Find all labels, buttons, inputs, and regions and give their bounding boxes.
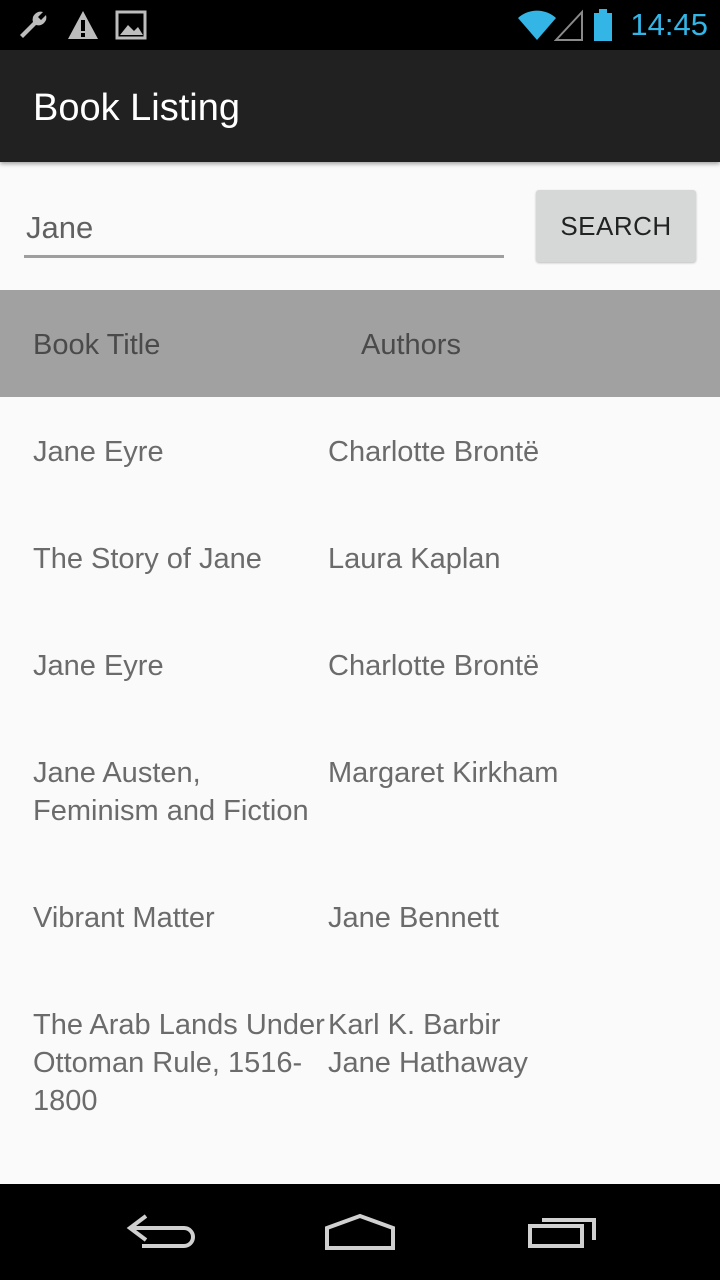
header-book-title: Book Title (33, 329, 161, 361)
author-name: Karl K. Barbir (328, 1009, 501, 1041)
battery-icon (594, 9, 612, 41)
author-name: Jane Bennett (328, 902, 499, 934)
nav-bar (0, 1184, 720, 1280)
app-bar: Book Listing (0, 50, 720, 162)
book-title: Jane Austen, Feminism and Fiction (33, 757, 309, 827)
book-title: The Arab Lands Under Ottoman Rule, 1516-… (33, 1009, 325, 1117)
author-name: Jane Hathaway (328, 1047, 528, 1079)
search-input[interactable] (24, 200, 504, 258)
book-row[interactable]: Vibrant Matter Jane Bennett (0, 863, 720, 970)
back-icon[interactable] (116, 1202, 206, 1262)
signal-icon (554, 9, 583, 41)
home-icon[interactable] (315, 1202, 405, 1262)
book-title: The Story of Jane (33, 543, 262, 575)
book-authors: Margaret Kirkham (328, 754, 688, 830)
book-row[interactable]: The Arab Lands Under Ottoman Rule, 1516-… (0, 970, 720, 1153)
author-name: Margaret Kirkham (328, 757, 559, 789)
wrench-icon (20, 11, 47, 38)
book-title: Vibrant Matter (33, 902, 215, 934)
wifi-icon (518, 10, 556, 40)
status-bar: 14:45 (0, 0, 720, 50)
book-authors: Laura Kaplan (328, 540, 688, 578)
book-title: Jane Eyre (33, 650, 164, 682)
book-list[interactable]: Jane Eyre Charlotte Brontë The Story of Ja… (0, 397, 720, 1184)
search-button[interactable]: SEARCH (536, 190, 696, 262)
book-row[interactable]: Jane Austen, Feminism and Fiction Margare… (0, 718, 720, 863)
book-authors: Karl K. Barbir Jane Hathaway (328, 1006, 688, 1120)
image-icon (115, 10, 147, 40)
table-header: Book Title Authors (0, 290, 720, 397)
warning-icon (68, 11, 98, 39)
screen: 14:45 Book Listing SEARCH Book Title Aut… (0, 0, 720, 1280)
book-row[interactable]: Jane Eyre Charlotte Brontë (0, 397, 720, 504)
book-authors: Charlotte Brontë (328, 433, 688, 471)
author-name: Laura Kaplan (328, 543, 501, 575)
book-row[interactable]: Jane Eyre Charlotte Brontë (0, 611, 720, 718)
book-title: Jane Eyre (33, 436, 164, 468)
recent-apps-icon[interactable] (518, 1202, 608, 1262)
header-authors: Authors (361, 329, 461, 361)
book-row[interactable]: The Story of Jane Laura Kaplan (0, 504, 720, 611)
author-name: Charlotte Brontë (328, 650, 540, 682)
author-name: Charlotte Brontë (328, 436, 540, 468)
book-authors: Jane Bennett (328, 899, 688, 937)
app-title: Book Listing (33, 87, 241, 129)
status-time: 14:45 (630, 7, 708, 42)
book-authors: Charlotte Brontë (328, 647, 688, 685)
